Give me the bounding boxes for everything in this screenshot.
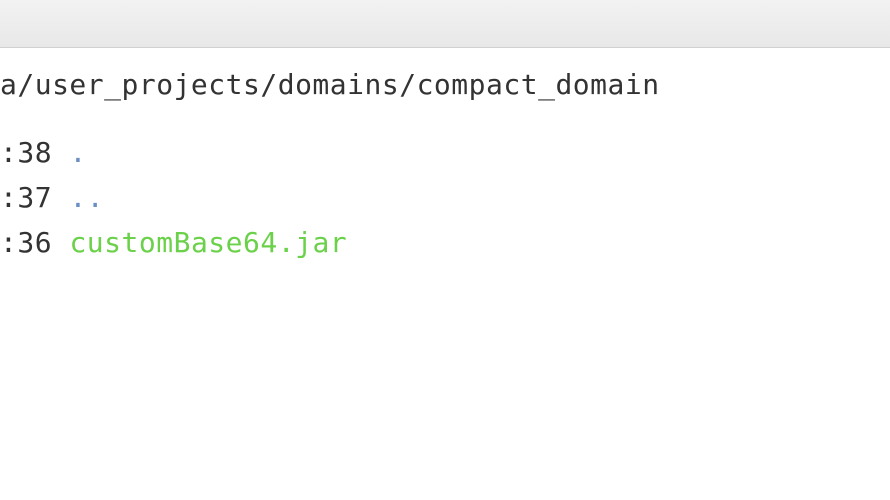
- path-line: a/user_projects/domains/compact_domain: [0, 48, 890, 101]
- time-col: :36: [0, 226, 52, 259]
- dir-parent: ..: [69, 181, 104, 214]
- directory-listing: :38 . :37 .. :36 customBase64.jar: [0, 101, 890, 265]
- list-item: :36 customBase64.jar: [0, 221, 890, 266]
- terminal-titlebar: [0, 0, 890, 48]
- list-item: :38 .: [0, 131, 890, 176]
- time-col: :37: [0, 181, 52, 214]
- list-item: :37 ..: [0, 176, 890, 221]
- dir-current: .: [69, 136, 86, 169]
- time-col: :38: [0, 136, 52, 169]
- file-jar: customBase64.jar: [69, 226, 347, 259]
